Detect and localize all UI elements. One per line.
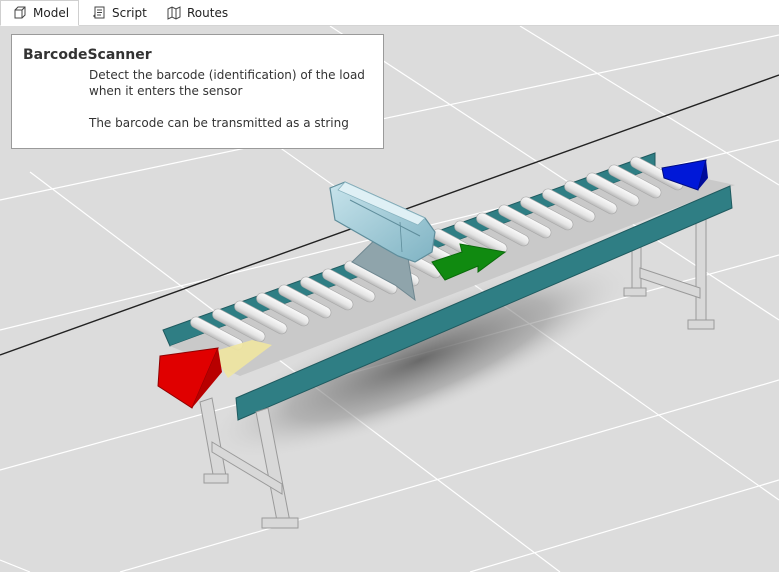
- cube-icon: [14, 6, 26, 19]
- tab-script[interactable]: Script: [80, 0, 154, 26]
- tab-model[interactable]: Model: [0, 0, 79, 26]
- script-icon: [93, 6, 105, 19]
- component-tooltip: BarcodeScanner Detect the barcode (ident…: [11, 34, 384, 149]
- tab-routes-label: Routes: [187, 6, 229, 20]
- tooltip-note: The barcode can be transmitted as a stri…: [89, 116, 349, 130]
- map-icon: [167, 6, 181, 20]
- tab-routes[interactable]: Routes: [155, 0, 235, 26]
- tooltip-description: Detect the barcode (identification) of t…: [89, 68, 365, 98]
- tooltip-title: BarcodeScanner: [23, 47, 152, 63]
- tab-script-label: Script: [112, 6, 147, 20]
- tab-model-label: Model: [33, 6, 70, 20]
- tab-bar: Model Script Routes: [0, 0, 779, 26]
